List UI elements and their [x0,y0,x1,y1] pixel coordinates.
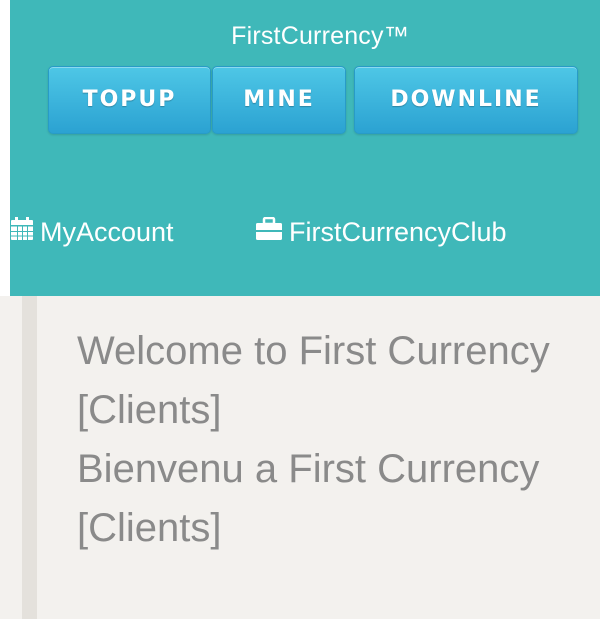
topup-button[interactable]: TOPUP [48,66,211,134]
site-header: FirstCurrency™ TOPUP MINE DOWNLINE MyAcc… [10,0,600,296]
myaccount-label: MyAccount [40,216,174,247]
calendar-icon [10,216,34,248]
myaccount-link[interactable]: MyAccount [10,212,174,252]
welcome-text-english: Welcome to First Currency [Clients] [77,329,550,432]
mine-button[interactable]: MINE [212,66,346,134]
firstcurrencyclub-label: FirstCurrencyClub [289,216,507,247]
welcome-text-french: Bienvenu a First Currency [Clients] [77,447,540,550]
brand-title: FirstCurrency™ [231,22,409,50]
briefcase-icon [255,216,283,248]
content-left-border [22,296,37,619]
main-content: Welcome to First Currency [Clients] Bien… [0,296,600,619]
welcome-message: Welcome to First Currency [Clients] Bien… [77,322,577,558]
downline-button[interactable]: DOWNLINE [354,66,578,134]
firstcurrencyclub-link[interactable]: FirstCurrencyClub [255,212,507,252]
